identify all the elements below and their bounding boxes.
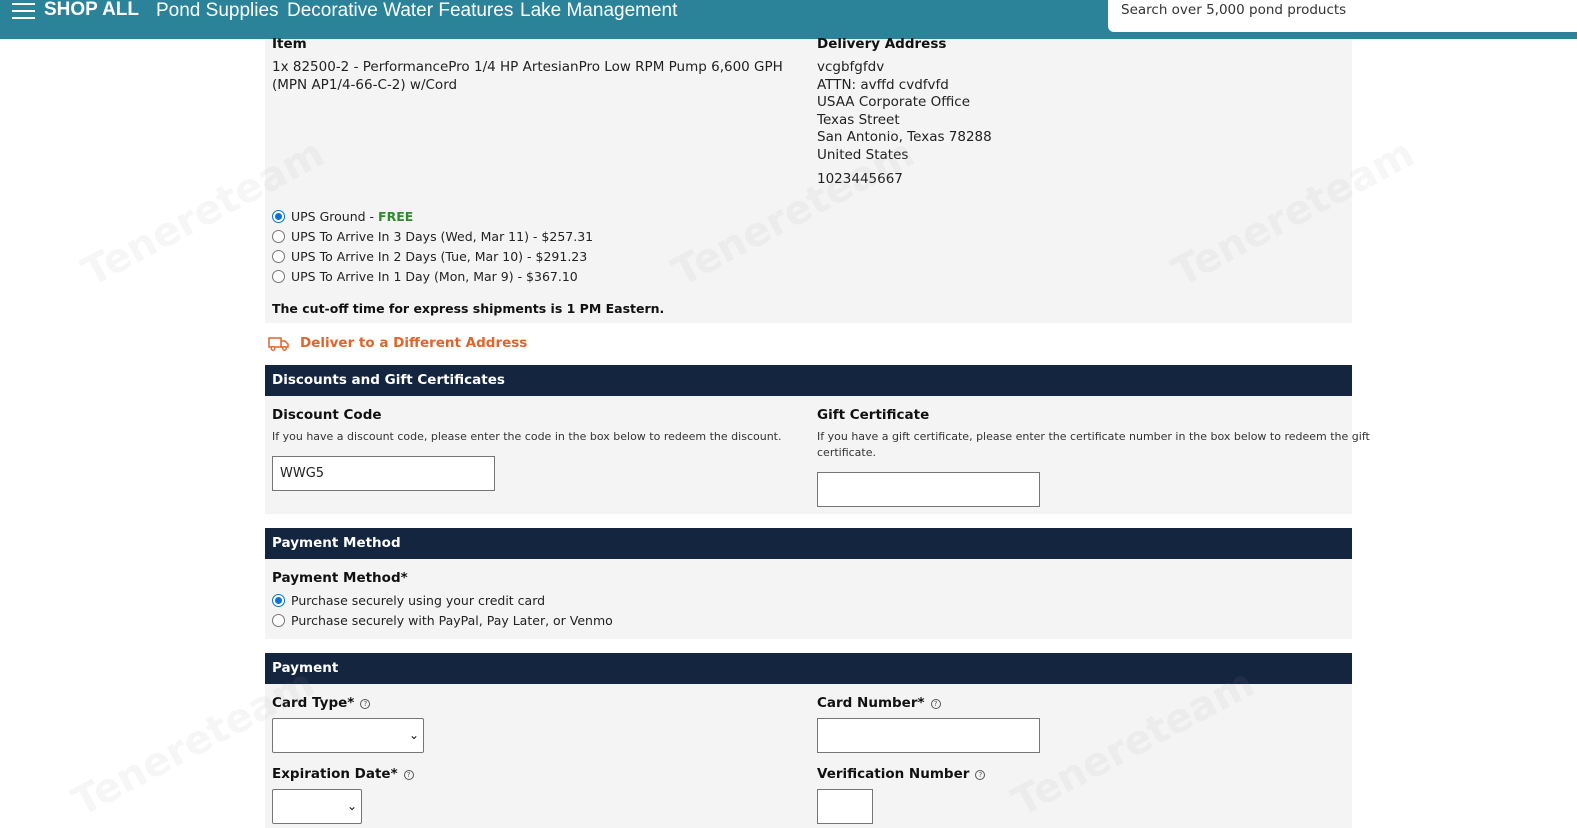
item-description-line2: (MPN AP1/4-66-C-2) w/Cord (272, 77, 458, 93)
address-line: United States (817, 147, 909, 163)
deliver-different-address-link[interactable]: Deliver to a Different Address (268, 335, 527, 351)
shop-all-link[interactable]: SHOP ALL (44, 0, 139, 21)
discount-code-label: Discount Code (272, 407, 382, 423)
address-line: San Antonio, Texas 78288 (817, 129, 992, 145)
shipping-option-label: UPS To Arrive In 1 Day (Mon, Mar 9) - $3… (291, 268, 578, 284)
help-icon[interactable]: ? (403, 770, 414, 780)
verification-label-row: Verification Number? (817, 766, 986, 782)
address-line: ATTN: avffd cvdfvfd (817, 77, 949, 93)
payment-section-header: Payment (265, 653, 1352, 684)
nav-link-decorative-water-features[interactable]: Decorative Water Features (287, 0, 513, 22)
gift-certificate-help-line1: If you have a gift certificate, please e… (817, 430, 1370, 443)
shipping-option-label: UPS Ground - (291, 208, 375, 224)
radio-checked-icon[interactable] (272, 209, 285, 223)
shipping-option-3-day[interactable]: UPS To Arrive In 3 Days (Wed, Mar 11) - … (272, 228, 593, 244)
gift-certificate-help-line2: certificate. (817, 446, 877, 459)
chevron-down-icon: ⌄ (346, 799, 357, 813)
search-underline (1108, 32, 1577, 39)
shipping-option-1-day[interactable]: UPS To Arrive In 1 Day (Mon, Mar 9) - $3… (272, 268, 578, 284)
radio-icon[interactable] (272, 229, 285, 243)
item-description-line1: 1x 82500-2 - PerformancePro 1/4 HP Artes… (272, 59, 783, 75)
help-icon[interactable]: ? (360, 699, 371, 709)
payment-option-label: Purchase securely with PayPal, Pay Later… (291, 612, 613, 628)
discounts-panel (265, 396, 1352, 514)
discount-code-input[interactable]: WWG5 (272, 456, 495, 491)
menu-icon[interactable] (12, 3, 35, 19)
payment-panel (265, 684, 1352, 828)
gift-certificate-label: Gift Certificate (817, 407, 930, 423)
discounts-section-header: Discounts and Gift Certificates (265, 365, 1352, 396)
deliver-different-address-label: Deliver to a Different Address (300, 335, 528, 351)
payment-option-label: Purchase securely using your credit card (291, 592, 546, 608)
expiration-date-label: Expiration Date* (272, 766, 398, 782)
shipping-option-2-day[interactable]: UPS To Arrive In 2 Days (Tue, Mar 10) - … (272, 248, 587, 264)
search-placeholder: Search over 5,000 pond products (1121, 2, 1347, 18)
card-number-input[interactable] (817, 718, 1040, 753)
payment-method-label: Payment Method* (272, 570, 408, 586)
chevron-down-icon: ⌄ (408, 728, 419, 742)
nav-link-pond-supplies[interactable]: Pond Supplies (156, 0, 279, 22)
truck-icon (268, 336, 289, 351)
card-type-label: Card Type* (272, 695, 355, 711)
expiration-month-select[interactable]: ⌄ (272, 789, 362, 824)
payment-option-credit-card[interactable]: Purchase securely using your credit card (272, 592, 545, 608)
radio-icon[interactable] (272, 249, 285, 263)
nav-link-lake-management[interactable]: Lake Management (520, 0, 677, 22)
expiration-label-row: Expiration Date*? (272, 766, 414, 782)
radio-checked-icon[interactable] (272, 593, 285, 607)
card-number-label-row: Card Number*? (817, 695, 941, 711)
verification-number-label: Verification Number (817, 766, 970, 782)
address-line: USAA Corporate Office (817, 94, 971, 110)
payment-option-paypal[interactable]: Purchase securely with PayPal, Pay Later… (272, 612, 613, 628)
card-type-label-row: Card Type*? (272, 695, 371, 711)
card-type-select[interactable]: ⌄ (272, 718, 424, 753)
discount-code-help: If you have a discount code, please ente… (272, 430, 782, 443)
cutoff-note: The cut-off time for express shipments i… (272, 301, 665, 316)
help-icon[interactable]: ? (975, 770, 986, 780)
free-badge: FREE (378, 208, 414, 224)
help-icon[interactable]: ? (930, 699, 941, 709)
delivery-address-heading: Delivery Address (817, 36, 947, 52)
shipping-option-ups-ground[interactable]: UPS Ground - FREE (272, 208, 413, 224)
address-phone: 1023445667 (817, 171, 903, 187)
radio-icon[interactable] (272, 613, 285, 627)
gift-certificate-input[interactable] (817, 472, 1040, 507)
search-input[interactable]: Search over 5,000 pond products (1108, 0, 1577, 32)
radio-icon[interactable] (272, 269, 285, 283)
item-heading: Item (272, 36, 307, 52)
shipping-option-label: UPS To Arrive In 2 Days (Tue, Mar 10) - … (291, 248, 588, 264)
card-number-label: Card Number* (817, 695, 925, 711)
payment-method-section-header: Payment Method (265, 528, 1352, 559)
address-line: vcgbfgfdv (817, 59, 885, 75)
address-line: Texas Street (817, 112, 900, 128)
verification-number-input[interactable] (817, 789, 873, 824)
shipping-option-label: UPS To Arrive In 3 Days (Wed, Mar 11) - … (291, 228, 594, 244)
